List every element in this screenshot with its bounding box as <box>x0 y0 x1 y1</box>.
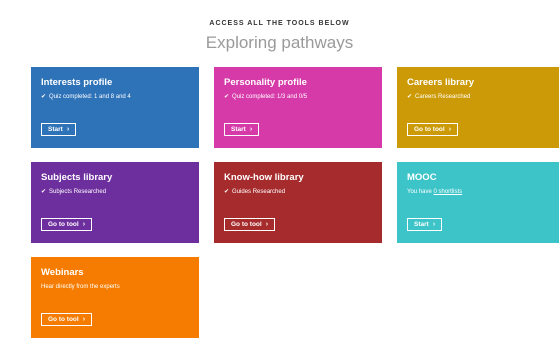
card-title: Subjects library <box>41 172 113 183</box>
chevron-right-icon: › <box>82 315 86 323</box>
interests-profile-card: Interests profile ✔ Quiz completed: 1 and… <box>31 67 199 148</box>
card-status: You have 0 shortlists <box>407 188 549 196</box>
card-title: Webinars <box>41 267 84 278</box>
card-status-text: Hear directly from the experts <box>41 284 120 290</box>
check-icon: ✔ <box>224 94 230 100</box>
card-status-text: Quiz completed: 1 and 8 and 4 <box>49 94 131 100</box>
card-status: ✔ Quiz completed: 1/3 and 0/5 <box>224 93 372 101</box>
card-status-text: Quiz completed: 1/3 and 0/5 <box>232 94 308 100</box>
personality-profile-card: Personality profile ✔ Quiz completed: 1/3… <box>214 67 382 148</box>
webinars-card: Webinars Hear directly from the experts … <box>31 257 199 338</box>
go-to-tool-button[interactable]: Go to tool › <box>224 218 276 231</box>
chevron-right-icon: › <box>249 125 253 133</box>
card-title: Careers library <box>407 77 475 88</box>
careers-library-card: Careers library ✔ Careers Researched Go t… <box>397 67 559 148</box>
know-how-library-card: Know-how library ✔ Guides Researched Go t… <box>214 162 382 243</box>
button-label: Start <box>48 125 63 133</box>
button-label: Go to tool <box>231 220 262 228</box>
exploring-pathways-page: ACCESS ALL THE TOOLS BELOW Exploring pat… <box>0 0 559 345</box>
card-status: ✔ Careers Researched <box>407 93 555 101</box>
go-to-tool-button[interactable]: Go to tool › <box>407 123 459 136</box>
chevron-right-icon: › <box>448 125 452 133</box>
card-status: Hear directly from the experts <box>41 283 189 291</box>
check-icon: ✔ <box>407 94 413 100</box>
chevron-right-icon: › <box>265 220 269 228</box>
start-button[interactable]: Start › <box>41 123 77 136</box>
start-button[interactable]: Start › <box>407 218 443 231</box>
shortlists-link[interactable]: 0 shortlists <box>433 189 462 195</box>
card-status: ✔ Subjects Researched <box>41 188 189 196</box>
check-icon: ✔ <box>41 189 47 195</box>
check-icon: ✔ <box>224 189 230 195</box>
button-label: Go to tool <box>414 125 445 133</box>
button-label: Go to tool <box>48 220 79 228</box>
page-title: Exploring pathways <box>205 33 354 52</box>
card-status-text: Careers Researched <box>415 94 471 100</box>
chevron-right-icon: › <box>82 220 86 228</box>
go-to-tool-button[interactable]: Go to tool › <box>41 218 93 231</box>
card-title: Interests profile <box>41 77 113 88</box>
card-status: ✔ Guides Researched <box>224 188 372 196</box>
card-status-text: Guides Researched <box>232 189 286 195</box>
button-label: Go to tool <box>48 315 79 323</box>
card-title: MOOC <box>407 172 437 183</box>
card-title: Personality profile <box>224 77 307 88</box>
mooc-card: MOOC You have 0 shortlists Start › <box>397 162 559 243</box>
subjects-library-card: Subjects library ✔ Subjects Researched Go… <box>31 162 199 243</box>
section-eyebrow: ACCESS ALL THE TOOLS BELOW <box>209 20 350 27</box>
button-label: Start <box>231 125 246 133</box>
card-status: ✔ Quiz completed: 1 and 8 and 4 <box>41 93 189 101</box>
go-to-tool-button[interactable]: Go to tool › <box>41 313 93 326</box>
card-status-prefix: You have <box>407 189 432 195</box>
card-title: Know-how library <box>224 172 304 183</box>
start-button[interactable]: Start › <box>224 123 260 136</box>
card-status-text: Subjects Researched <box>49 189 107 195</box>
button-label: Start <box>414 220 429 228</box>
check-icon: ✔ <box>41 94 47 100</box>
chevron-right-icon: › <box>432 220 436 228</box>
chevron-right-icon: › <box>66 125 70 133</box>
